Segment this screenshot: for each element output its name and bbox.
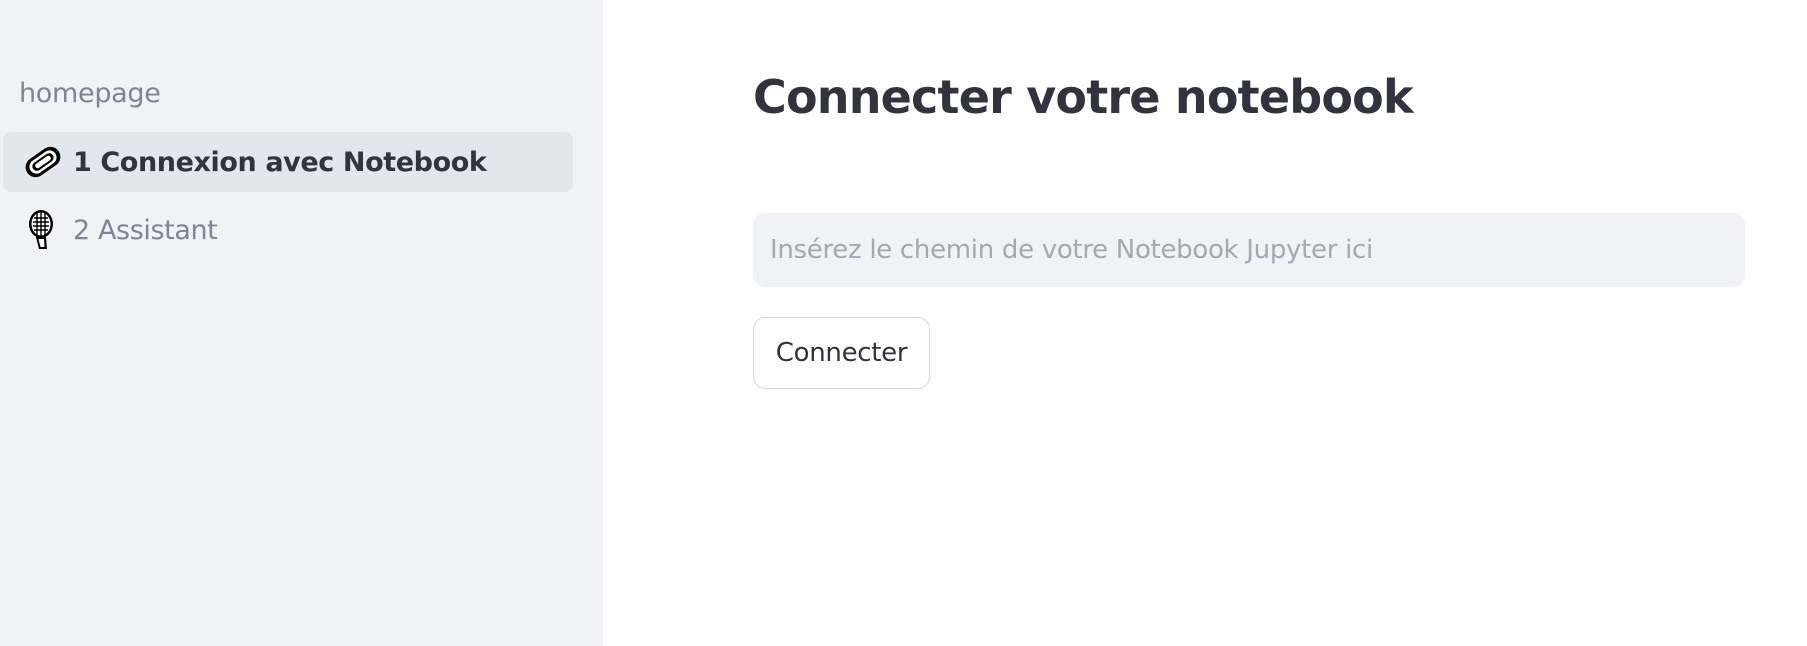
notebook-path-input[interactable] [753, 213, 1745, 287]
sidebar-item-assistant[interactable]: 2 Assistant [3, 200, 573, 260]
paperclip-icon [21, 140, 65, 184]
sidebar-item-connexion[interactable]: 1 Connexion avec Notebook [3, 132, 573, 192]
page-title: Connecter votre notebook [753, 70, 1414, 124]
sidebar-item-label: 2 Assistant [73, 214, 218, 246]
sidebar-item-label: 1 Connexion avec Notebook [73, 146, 487, 178]
sidebar-nav: 1 Connexion avec Notebook 2 Assistant [0, 132, 603, 260]
main-content: Connecter votre notebook Connecter [603, 0, 1807, 646]
app-window: homepage 1 Connexion avec Notebook 2 Ass… [0, 0, 1807, 646]
sidebar: homepage 1 Connexion avec Notebook 2 Ass… [0, 0, 603, 646]
connect-button[interactable]: Connecter [753, 317, 930, 389]
microphone-icon [21, 208, 65, 252]
sidebar-heading: homepage [19, 78, 161, 109]
